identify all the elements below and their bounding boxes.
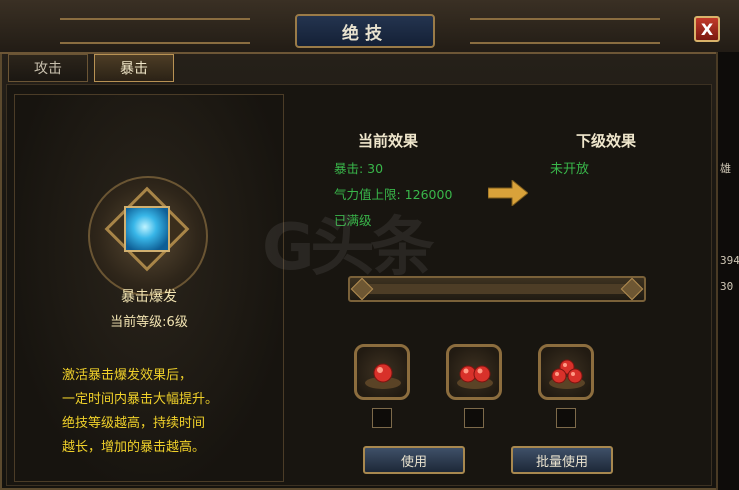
side-strip-text: 394 [720,254,739,267]
description-line: 一定时间内暴击大幅提升。 [62,392,219,407]
next-effect-text: 未开放 [550,162,590,177]
title-ornament-left [60,18,250,44]
description-line: 绝技等级越高，持续时间 [62,416,206,431]
item-slot-double-orb[interactable] [446,344,502,400]
tab-attack[interactable]: 攻击 [8,54,88,82]
skill-name: 暴击爆发 [121,289,177,305]
item-checkbox-triple[interactable] [556,408,576,428]
item-checkbox-single[interactable] [372,408,392,428]
description-line: 激活暴击爆发效果后， [62,368,193,383]
watermark: G头条 [262,211,435,285]
close-button[interactable]: X [694,16,720,42]
item-slot-single-orb[interactable] [354,344,410,400]
use-button[interactable]: 使用 [363,446,465,474]
tab-critical[interactable]: 暴击 [94,54,174,82]
window-title: 绝技 [295,14,435,48]
current-crit-stat: 暴击: 30 [334,161,384,176]
red-orbs-icon [457,365,493,389]
red-orbs-icon [549,359,585,389]
skill-level: 当前等级:6级 [110,315,188,330]
skill-description: 激活暴击爆发效果后， 一定时间内暴击大幅提升。 绝技等级越高，持续时间 越长，增… [62,364,272,460]
item-checkbox-double[interactable] [464,408,484,428]
batch-use-button[interactable]: 批量使用 [511,446,613,474]
title-ornament-right [470,18,660,44]
progress-bar-fill [368,284,626,294]
side-strip: 雄 394 30 [716,52,739,490]
item-slot-triple-orb[interactable] [538,344,594,400]
description-line: 越长，增加的暴击越高。 [62,440,206,455]
current-effect-header: 当前效果 [358,132,419,150]
progress-bar [348,276,646,302]
side-strip-text: 30 [720,280,734,293]
arrow-right-icon [488,180,528,206]
title-bar: 绝技 X [0,0,739,54]
side-strip-text: 雄 [720,162,731,175]
next-effect-header: 下级效果 [576,132,637,150]
crit-burst-icon[interactable] [124,206,170,252]
red-orb-icon [365,363,401,389]
